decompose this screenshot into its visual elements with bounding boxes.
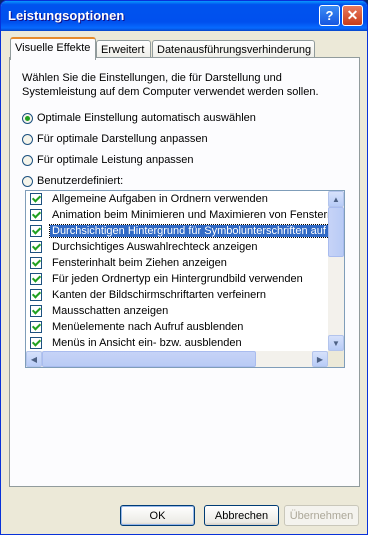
list-item[interactable]: Mausschatten anzeigen: [26, 303, 327, 319]
vertical-scroll-thumb[interactable]: [328, 207, 344, 257]
scroll-left-button[interactable]: ◀: [26, 351, 42, 367]
radio-button[interactable]: [22, 133, 33, 145]
list-item-label: Menüs in Ansicht ein- bzw. ausblenden: [52, 337, 242, 349]
radio-label: Optimale Einstellung automatisch auswähl…: [37, 112, 256, 124]
scroll-up-button[interactable]: ▲: [328, 191, 344, 207]
button-label: Abbrechen: [214, 509, 269, 522]
arrow-up-icon: ▲: [332, 194, 340, 204]
close-icon: ✕: [346, 7, 359, 23]
close-button[interactable]: ✕: [342, 5, 363, 26]
list-item-label: Durchsichtiges Auswahlrechteck anzeigen: [52, 241, 258, 253]
radio-best-performance[interactable]: Für optimale Leistung anpassen: [22, 154, 194, 166]
effects-rows: Allgemeine Aufgaben in Ordnern verwenden…: [26, 191, 339, 351]
tab-label: Visuelle Effekte: [15, 42, 91, 54]
list-item-label: Menüelemente nach Aufruf ausblenden: [52, 321, 244, 333]
arrow-left-icon: ◀: [30, 354, 38, 364]
radio-custom[interactable]: Benutzerdefiniert:: [22, 175, 123, 187]
list-item[interactable]: Allgemeine Aufgaben in Ordnern verwenden: [26, 191, 327, 207]
checkbox[interactable]: [30, 241, 42, 253]
list-item-label: Kanten der Bildschirmschriftarten verfei…: [52, 289, 266, 301]
list-item[interactable]: Für jeden Ordnertyp ein Hintergrundbild …: [26, 271, 327, 287]
list-item[interactable]: Kanten der Bildschirmschriftarten verfei…: [26, 287, 327, 303]
apply-button[interactable]: Übernehmen: [284, 505, 359, 526]
cancel-button[interactable]: Abbrechen: [204, 505, 279, 526]
scroll-right-button[interactable]: ▶: [312, 351, 328, 367]
horizontal-scroll-thumb[interactable]: [42, 351, 256, 367]
list-item[interactable]: Fensterinhalt beim Ziehen anzeigen: [26, 255, 327, 271]
list-item-label: Mausschatten anzeigen: [52, 305, 169, 317]
checkbox[interactable]: [30, 321, 42, 333]
list-item[interactable]: Menüs in Ansicht ein- bzw. ausblenden: [26, 335, 327, 351]
tab-label: Datenausführungsverhinderung: [157, 44, 312, 56]
checkbox[interactable]: [30, 225, 42, 237]
arrow-down-icon: ▼: [332, 338, 340, 348]
vertical-scrollbar[interactable]: ▲ ▼: [328, 191, 344, 351]
radio-button[interactable]: [22, 175, 33, 187]
ok-button[interactable]: OK: [120, 505, 195, 526]
list-item[interactable]: Animation beim Minimieren und Maximieren…: [26, 207, 333, 223]
help-button[interactable]: ?: [319, 5, 340, 26]
radio-button-selected[interactable]: [22, 112, 33, 124]
list-item-label: Für jeden Ordnertyp ein Hintergrundbild …: [52, 273, 303, 285]
list-item-label: Animation beim Minimieren und Maximieren…: [52, 209, 334, 221]
radio-button[interactable]: [22, 154, 33, 166]
list-item[interactable]: Menüelemente nach Aufruf ausblenden: [26, 319, 327, 335]
arrow-right-icon: ▶: [316, 354, 324, 364]
window-title: Leistungsoptionen: [8, 8, 125, 23]
list-item[interactable]: Durchsichtiges Auswahlrechteck anzeigen: [26, 239, 327, 255]
title-bar[interactable]: Leistungsoptionen ? ✕: [1, 1, 367, 31]
visual-effects-list[interactable]: Allgemeine Aufgaben in Ordnern verwenden…: [25, 190, 345, 368]
radio-best-appearance[interactable]: Für optimale Darstellung anpassen: [22, 133, 208, 145]
checkbox[interactable]: [30, 193, 42, 205]
checkbox[interactable]: [30, 209, 42, 221]
description-text: Wählen Sie die Einstellungen, die für Da…: [22, 72, 319, 98]
checkbox[interactable]: [30, 305, 42, 317]
list-item-label: Allgemeine Aufgaben in Ordnern verwenden: [52, 193, 268, 205]
radio-auto[interactable]: Optimale Einstellung automatisch auswähl…: [22, 112, 256, 124]
radio-label: Für optimale Leistung anpassen: [37, 154, 194, 166]
tab-label: Erweitert: [101, 44, 145, 56]
help-icon: ?: [325, 8, 334, 23]
radio-label: Benutzerdefiniert:: [37, 175, 124, 187]
checkbox[interactable]: [30, 337, 42, 349]
horizontal-scrollbar[interactable]: ◀ ▶: [26, 351, 328, 367]
scrollbar-corner: [328, 351, 344, 367]
scroll-down-button[interactable]: ▼: [328, 335, 344, 351]
checkbox[interactable]: [30, 289, 42, 301]
list-item-label: Durchsichtigen Hintergrund für Symbolunt…: [48, 224, 339, 238]
button-label: OK: [149, 509, 166, 522]
performance-options-dialog: Leistungsoptionen ? ✕ Visuelle Effekte E…: [0, 0, 368, 535]
button-label: Übernehmen: [289, 509, 354, 522]
dialog-client-area: Visuelle Effekte Erweitert Datenausführu…: [4, 31, 364, 532]
checkbox[interactable]: [30, 273, 42, 285]
tab-visual-effects[interactable]: Visuelle Effekte: [10, 37, 96, 60]
radio-label: Für optimale Darstellung anpassen: [37, 133, 208, 145]
list-item-label: Fensterinhalt beim Ziehen anzeigen: [52, 257, 227, 269]
list-item-selected[interactable]: Durchsichtigen Hintergrund für Symbolunt…: [26, 223, 339, 239]
tab-panel: Wählen Sie die Einstellungen, die für Da…: [9, 57, 360, 487]
checkbox[interactable]: [30, 257, 42, 269]
